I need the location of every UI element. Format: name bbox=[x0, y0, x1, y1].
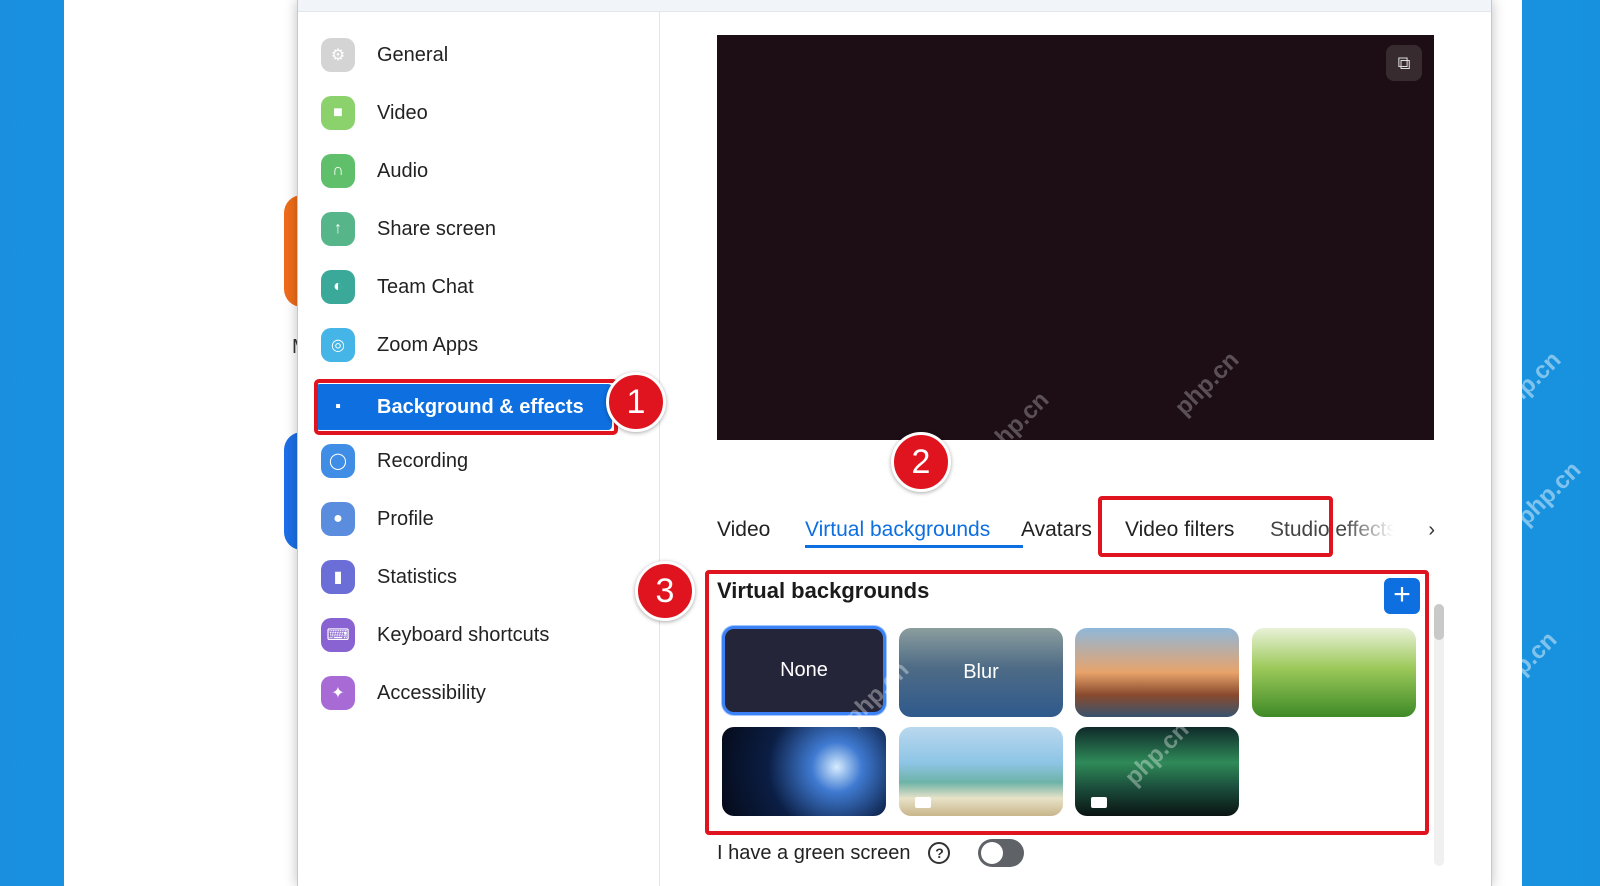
highlight-box-1 bbox=[314, 379, 618, 435]
sidebar-item-statistics[interactable]: ▮ Statistics bbox=[316, 554, 612, 600]
section-title: Virtual backgrounds bbox=[717, 578, 930, 603]
add-background-button[interactable]: + bbox=[1384, 578, 1420, 614]
sidebar-item-general[interactable]: ⚙ General bbox=[316, 32, 612, 78]
background-option-grass[interactable] bbox=[1252, 628, 1416, 717]
callout-badge-1: 1 bbox=[606, 372, 666, 432]
settings-dialog: ⚙ General ■ Video ∩ Audio ↑ Share screen… bbox=[297, 0, 1492, 886]
background-option-beach-palm[interactable] bbox=[899, 727, 1063, 816]
video-camera-icon bbox=[1091, 797, 1107, 808]
video-camera-icon bbox=[915, 797, 931, 808]
sidebar-item-label: General bbox=[377, 43, 449, 66]
green-screen-toggle[interactable] bbox=[978, 839, 1025, 867]
help-icon[interactable]: ? bbox=[928, 842, 951, 864]
sidebar-item-label: Accessibility bbox=[377, 681, 486, 704]
keyboard-icon: ⌨ bbox=[321, 618, 355, 652]
callout-badge-3: 3 bbox=[635, 561, 695, 621]
green-screen-label: I have a green screen bbox=[717, 841, 911, 864]
sidebar-item-recording[interactable]: ◯ Recording bbox=[316, 438, 612, 484]
background-option-aurora[interactable] bbox=[1075, 727, 1239, 816]
highlight-box-2 bbox=[1098, 496, 1333, 557]
scrollbar-thumb[interactable] bbox=[1434, 604, 1444, 640]
sidebar-item-accessibility[interactable]: ✦ Accessibility bbox=[316, 670, 612, 716]
background-option-label: None bbox=[780, 659, 828, 681]
sidebar-item-label: Audio bbox=[377, 159, 429, 182]
callout-badge-2: 2 bbox=[891, 432, 951, 492]
share-screen-icon: ↑ bbox=[321, 212, 355, 246]
dialog-title-bar bbox=[298, 0, 1491, 12]
sidebar-item-share-screen[interactable]: ↑ Share screen bbox=[316, 206, 612, 252]
green-screen-row: I have a green screen ? bbox=[717, 838, 1025, 868]
settings-sidebar: ⚙ General ■ Video ∩ Audio ↑ Share screen… bbox=[298, 12, 660, 886]
sidebar-item-label: Recording bbox=[377, 449, 469, 472]
tab-avatars[interactable]: Avatars bbox=[1021, 506, 1092, 554]
chevron-right-icon[interactable]: › bbox=[1428, 506, 1435, 554]
sidebar-item-label: Share screen bbox=[377, 217, 496, 240]
headphones-icon: ∩ bbox=[321, 154, 355, 188]
video-camera-icon: ■ bbox=[321, 96, 355, 130]
rotate-camera-icon[interactable]: ⧉ bbox=[1386, 45, 1422, 81]
sidebar-item-video[interactable]: ■ Video bbox=[316, 90, 612, 136]
sidebar-item-label: Video bbox=[377, 101, 428, 124]
watermark: php.cn bbox=[1511, 456, 1587, 532]
sidebar-item-label: Keyboard shortcuts bbox=[377, 623, 550, 646]
sidebar-item-label: Zoom Apps bbox=[377, 333, 479, 356]
sidebar-item-zoom-apps[interactable]: ◎ Zoom Apps bbox=[316, 322, 612, 368]
sidebar-item-audio[interactable]: ∩ Audio bbox=[316, 148, 612, 194]
profile-icon: ● bbox=[321, 502, 355, 536]
chat-icon: ◐ bbox=[321, 270, 355, 304]
sidebar-item-keyboard-shortcuts[interactable]: ⌨ Keyboard shortcuts bbox=[316, 612, 612, 658]
sidebar-item-label: Statistics bbox=[377, 565, 458, 588]
sidebar-item-label: Profile bbox=[377, 507, 434, 530]
background-option-blur[interactable]: Blur bbox=[899, 628, 1063, 717]
video-preview: ⧉ bbox=[717, 35, 1434, 440]
background-option-earth-from-space[interactable] bbox=[722, 727, 886, 816]
scrollbar-track[interactable] bbox=[1434, 604, 1444, 866]
apps-icon: ◎ bbox=[321, 328, 355, 362]
sidebar-item-label: Team Chat bbox=[377, 275, 474, 298]
tab-video[interactable]: Video bbox=[717, 506, 770, 554]
background-option-golden-gate-bridge[interactable] bbox=[1075, 628, 1239, 717]
background-option-label: Blur bbox=[963, 661, 999, 683]
record-icon: ◯ bbox=[321, 444, 355, 478]
tab-active-underline bbox=[805, 545, 1023, 548]
gear-icon: ⚙ bbox=[321, 38, 355, 72]
statistics-icon: ▮ bbox=[321, 560, 355, 594]
background-option-none[interactable]: None bbox=[722, 626, 886, 715]
sidebar-item-profile[interactable]: ● Profile bbox=[316, 496, 612, 542]
toggle-knob bbox=[981, 842, 1004, 864]
sidebar-item-team-chat[interactable]: ◐ Team Chat bbox=[316, 264, 612, 310]
accessibility-icon: ✦ bbox=[321, 676, 355, 710]
